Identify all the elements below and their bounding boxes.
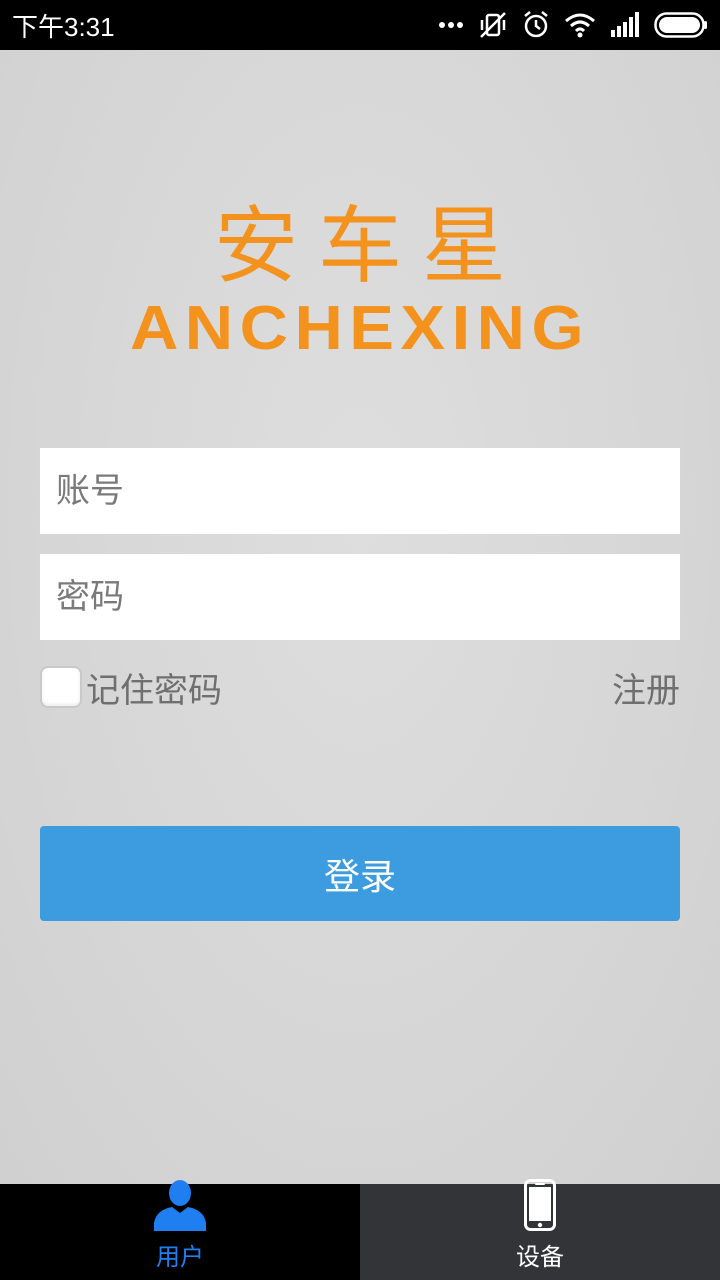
vibrate-off-icon bbox=[478, 10, 508, 40]
password-input[interactable] bbox=[56, 554, 680, 640]
user-icon bbox=[152, 1179, 208, 1235]
remember-password[interactable]: 记住密码 bbox=[40, 663, 222, 712]
status-time: 下午3:31 bbox=[12, 11, 115, 42]
account-field[interactable] bbox=[40, 448, 680, 534]
remember-checkbox[interactable] bbox=[40, 666, 82, 708]
tab-user-label: 用户 bbox=[156, 1243, 204, 1271]
password-field[interactable] bbox=[40, 554, 680, 640]
wifi-icon bbox=[564, 12, 596, 38]
battery-icon bbox=[654, 12, 708, 38]
login-button[interactable]: 登录 bbox=[40, 826, 680, 921]
remember-label: 记住密码 bbox=[86, 670, 222, 711]
alarm-icon bbox=[522, 10, 550, 40]
tab-user[interactable]: 用户 bbox=[0, 1180, 360, 1280]
register-link[interactable]: 注册 bbox=[612, 663, 680, 712]
logo-chinese: 安车星 bbox=[213, 197, 526, 295]
phone-device-icon bbox=[524, 1179, 556, 1235]
status-icons bbox=[438, 10, 708, 40]
logo-english: ANCHEXING bbox=[129, 294, 591, 363]
remember-row: 记住密码 注册 bbox=[40, 662, 680, 712]
main-content: 安车星 ANCHEXING 记住密码 注册 登录 bbox=[0, 50, 720, 1184]
status-bar: 下午3:31 bbox=[0, 0, 720, 50]
tab-device[interactable]: 设备 bbox=[360, 1179, 720, 1280]
app-logo: 安车星 ANCHEXING bbox=[0, 198, 720, 360]
account-input[interactable] bbox=[56, 448, 680, 534]
bottom-tab-bar: 用户 设备 bbox=[0, 1179, 720, 1280]
signal-icon bbox=[610, 12, 640, 38]
more-dots-icon bbox=[438, 21, 464, 29]
tab-device-label: 设备 bbox=[516, 1243, 564, 1271]
